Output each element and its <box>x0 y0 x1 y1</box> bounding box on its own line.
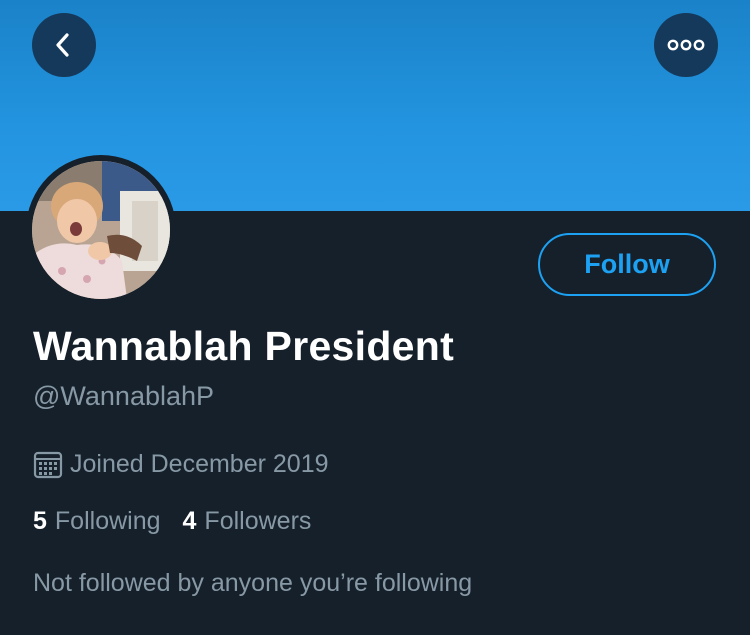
more-dots-icon <box>667 39 705 51</box>
more-options-button[interactable] <box>654 13 718 77</box>
followers-label: Followers <box>204 507 312 535</box>
profile-page: Follow Wannablah President @WannablahP J… <box>0 0 750 635</box>
following-count: 5 <box>33 507 47 535</box>
avatar-image <box>32 161 170 299</box>
joined-date: Joined December 2019 <box>33 450 329 479</box>
user-handle: @WannablahP <box>33 381 215 411</box>
social-context-text: Not followed by anyone you’re following <box>33 569 473 597</box>
followers-link[interactable]: 4 Followers <box>183 507 312 536</box>
follow-stats: 5 Following 4 Followers <box>33 507 311 536</box>
following-link[interactable]: 5 Following <box>33 507 161 536</box>
followers-count: 4 <box>182 507 197 535</box>
avatar[interactable] <box>26 155 176 305</box>
follow-button[interactable]: Follow <box>538 233 716 296</box>
following-label: Following <box>54 507 161 535</box>
back-button[interactable] <box>32 13 96 77</box>
display-name: Wannablah President <box>33 323 455 369</box>
joined-text: Joined December 2019 <box>70 450 329 478</box>
calendar-icon <box>33 451 63 478</box>
chevron-left-icon <box>56 33 69 57</box>
